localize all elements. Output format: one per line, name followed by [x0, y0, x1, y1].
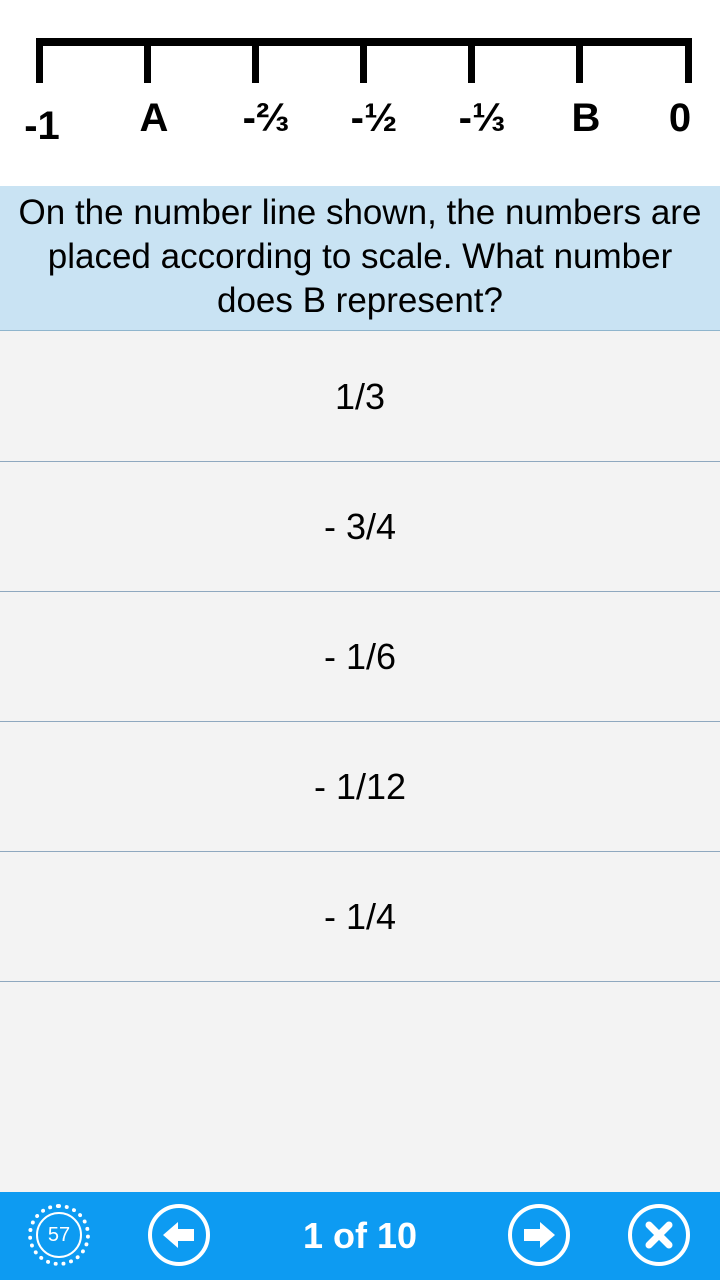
close-button[interactable]: [628, 1204, 690, 1266]
tick-mark: [252, 38, 259, 83]
tick-label: -⅓: [458, 96, 506, 140]
tick-label: 0: [668, 96, 692, 140]
answer-option[interactable]: - 3/4: [0, 462, 720, 592]
answer-list: 1/3 - 3/4 - 1/6 - 1/12 - 1/4: [0, 332, 720, 982]
close-icon: [645, 1221, 673, 1249]
answer-option[interactable]: - 1/4: [0, 852, 720, 982]
tick-mark: [468, 38, 475, 83]
arrow-right-icon: [524, 1222, 555, 1248]
question-text: On the number line shown, the numbers ar…: [18, 193, 702, 320]
page-indicator: 1 of 10: [302, 1215, 418, 1256]
answer-option[interactable]: - 1/12: [0, 722, 720, 852]
tick-mark: [360, 38, 367, 83]
tick-mark: [685, 38, 692, 83]
answer-option[interactable]: 1/3: [0, 332, 720, 462]
number-line-figure: -1 A -⅔ -½ -⅓ B 0: [0, 0, 720, 186]
next-button[interactable]: [508, 1204, 570, 1266]
tick-label: A: [139, 96, 169, 140]
tick-mark: [576, 38, 583, 83]
tick-label: B: [571, 96, 601, 140]
quiz-screen: -1 A -⅔ -½ -⅓ B 0 On the number line sho…: [0, 0, 720, 1280]
tick-label: -⅔: [242, 96, 290, 140]
answer-option[interactable]: - 1/6: [0, 592, 720, 722]
tick-mark: [36, 38, 43, 83]
tick-label: -1: [24, 104, 60, 148]
timer-button[interactable]: 57: [28, 1204, 90, 1266]
bottom-toolbar: 57 1 of 10: [0, 1192, 720, 1280]
arrow-left-icon: [163, 1222, 194, 1248]
previous-button[interactable]: [148, 1204, 210, 1266]
timer-icon: 57: [36, 1212, 82, 1258]
tick-mark: [144, 38, 151, 83]
question-panel: On the number line shown, the numbers ar…: [0, 186, 720, 331]
tick-label: -½: [350, 96, 398, 140]
timer-value: 57: [47, 1223, 71, 1246]
